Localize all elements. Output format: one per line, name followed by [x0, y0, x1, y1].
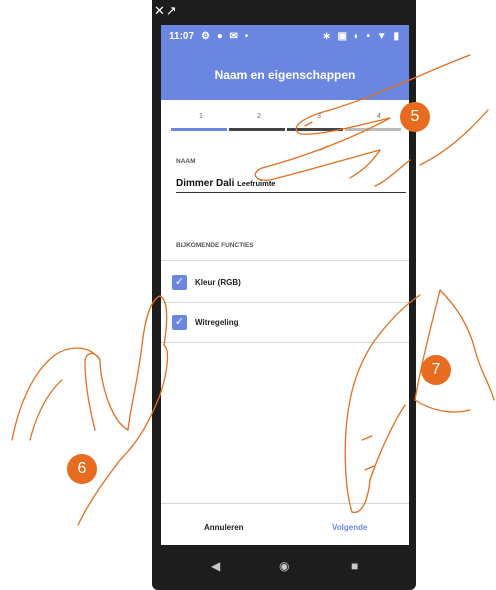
- status-bar: 11:07 ⚙ ● ✉ • ∗ ▣ ◐ • ▼ ▮: [169, 31, 401, 45]
- callout-badge: 6: [67, 454, 97, 484]
- step-4-bar: [345, 128, 401, 131]
- status-time: 11:07: [169, 31, 195, 42]
- option-witregeling-label: Witregeling: [195, 318, 239, 327]
- step-1-bar: [171, 128, 227, 131]
- callout-badge: 5: [400, 102, 430, 132]
- status-notification-icons: ⚙ ● ✉ •: [201, 31, 251, 42]
- name-value-main: Dimmer Dali: [176, 178, 235, 189]
- step-3-label: 3: [317, 113, 321, 120]
- name-field-underline: [176, 192, 406, 193]
- option-kleur-rgb-label: Kleur (RGB): [195, 278, 241, 287]
- cancel-button[interactable]: Annuleren: [204, 523, 244, 532]
- progress-stepper: 1 2 3 4: [169, 113, 401, 137]
- step-3-bar: [287, 128, 343, 131]
- back-icon[interactable]: ◀: [211, 559, 220, 573]
- name-field[interactable]: Dimmer Dali Leefruimte: [176, 178, 275, 189]
- divider: [161, 342, 409, 343]
- status-system-icons: ∗ ▣ ◐ • ▼ ▮: [322, 31, 401, 42]
- divider: [161, 260, 409, 261]
- android-nav-bar: ◀ ◉ ■: [161, 545, 409, 590]
- step-2-label: 2: [257, 113, 261, 120]
- app-header: 11:07 ⚙ ● ✉ • ∗ ▣ ◐ • ▼ ▮ Naam en eigens…: [161, 25, 409, 100]
- window-controls-icon: ✕↗: [154, 3, 178, 18]
- pointing-hand-icon: [11, 295, 169, 526]
- name-section-label: NAAM: [176, 158, 196, 165]
- page-title: Naam en eigenschappen: [214, 68, 356, 82]
- step-1-label: 1: [199, 113, 203, 120]
- home-icon[interactable]: ◉: [279, 559, 289, 573]
- functions-section-label: BIJKOMENDE FUNCTIES: [176, 242, 254, 249]
- checkbox-kleur-rgb[interactable]: ✓: [172, 275, 187, 290]
- callout-badge: 7: [421, 355, 451, 385]
- step-2-bar: [229, 128, 285, 131]
- footer-divider: [161, 503, 409, 504]
- checkbox-witregeling[interactable]: ✓: [172, 315, 187, 330]
- step-4-label: 4: [377, 113, 381, 120]
- name-value-suffix: Leefruimte: [237, 179, 276, 188]
- app-screen: 11:07 ⚙ ● ✉ • ∗ ▣ ◐ • ▼ ▮ Naam en eigens…: [161, 25, 409, 590]
- next-button[interactable]: Volgende: [332, 523, 367, 532]
- recents-icon[interactable]: ■: [351, 559, 358, 573]
- divider: [161, 302, 409, 303]
